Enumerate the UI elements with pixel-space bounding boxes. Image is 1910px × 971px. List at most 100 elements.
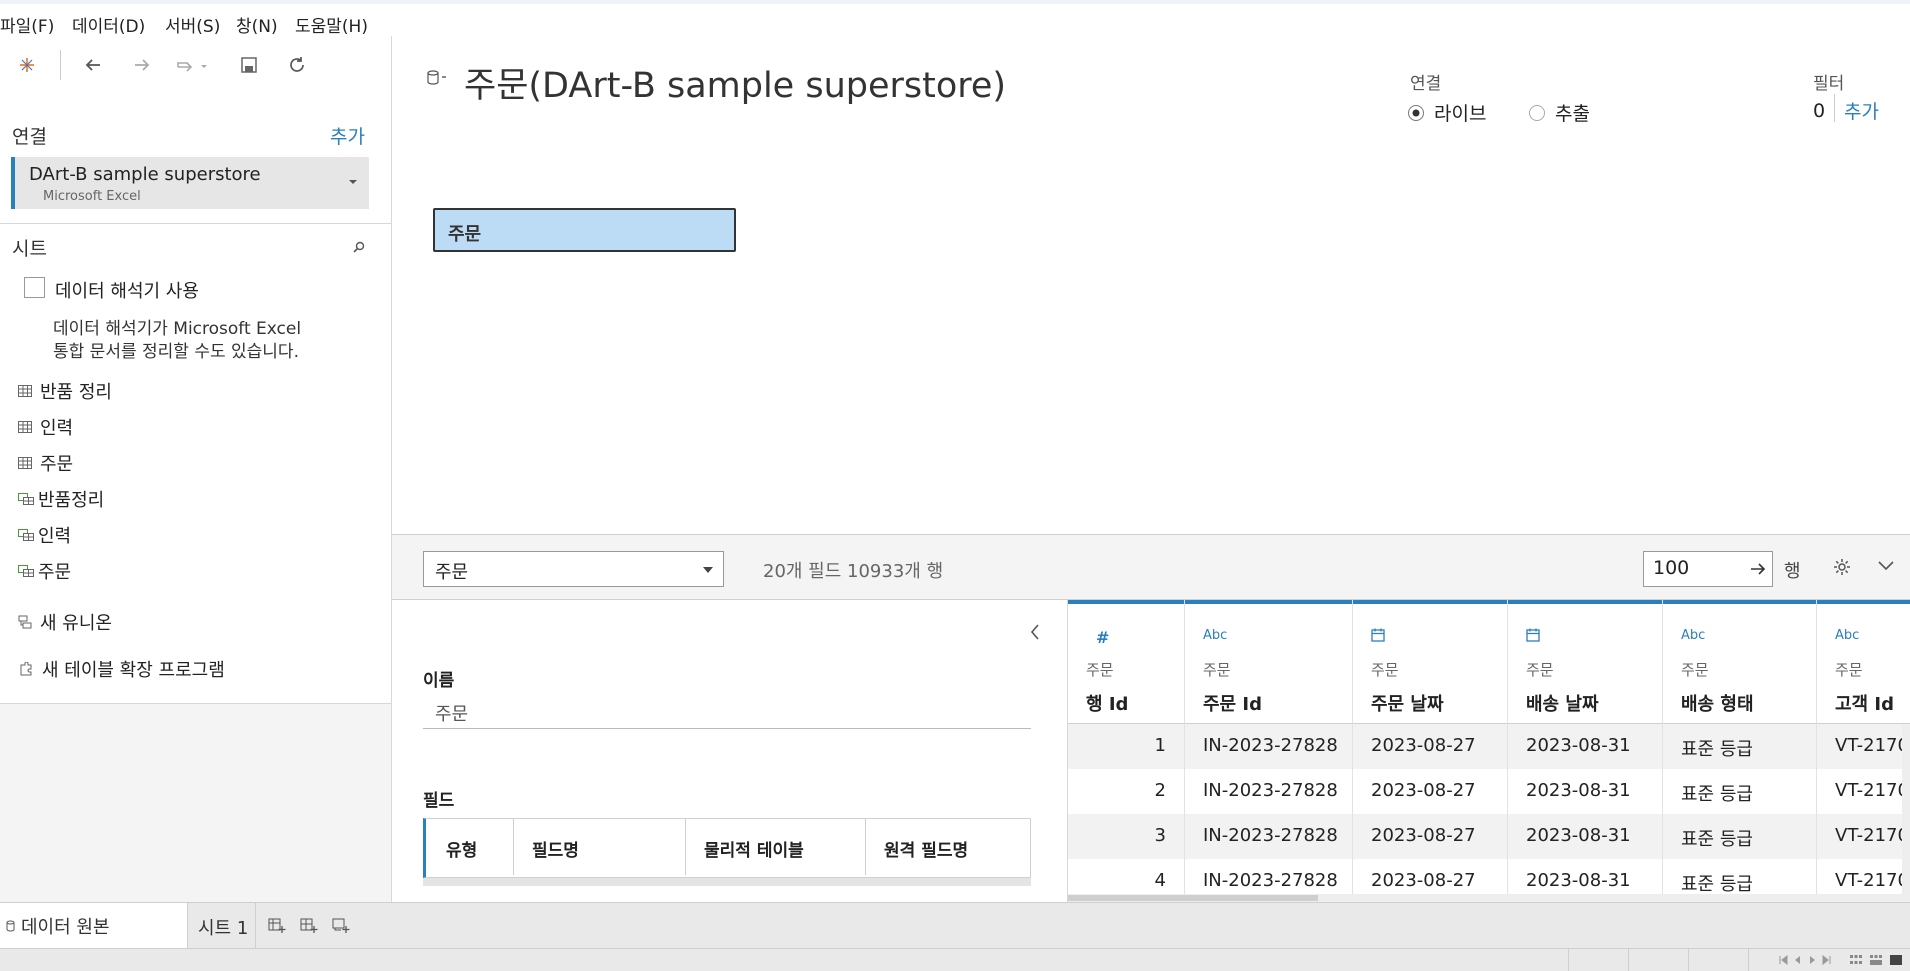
grid-cell[interactable]: 표준 등급 [1663,814,1817,859]
tabs-view-icon[interactable] [1890,954,1902,966]
metadata-pane: 이름 주문 필드 유형 필드명 물리적 테이블 원격 필드명 [392,600,1068,902]
forward-icon[interactable] [131,54,153,76]
table-pill-orders[interactable]: 주문 [433,208,736,252]
tab-data-source[interactable]: 데이터 원본 [0,903,188,948]
grid-cell[interactable]: 표준 등급 [1663,769,1817,814]
new-story-icon[interactable] [332,916,350,934]
grid-cell[interactable]: VT-2170 [1817,724,1910,769]
back-icon[interactable] [82,54,104,76]
grid-cell[interactable]: 2023-08-27 [1353,769,1508,814]
named-range-item-orders[interactable]: 주문 [18,558,71,584]
table-select[interactable]: 주문 [423,551,724,587]
grid-cell[interactable]: IN-2023-27828 [1185,769,1353,814]
new-union-item[interactable]: 새 유니온 [18,609,112,635]
table-select-value: 주문 [435,562,469,583]
status-divider [1628,949,1629,971]
grid-horizontal-scrollbar-track[interactable] [1068,894,1910,902]
column-header[interactable]: # 주문 행 Id [1068,600,1184,724]
grid-cell[interactable]: 표준 등급 [1663,724,1817,769]
calendar-icon[interactable] [1526,628,1540,642]
column-header[interactable]: Abc 주문 배송 형태 [1663,600,1816,724]
datasource-title[interactable]: 주문(DArt-B sample superstore) [464,57,1006,108]
column-header[interactable]: Abc 주문 주문 Id [1185,600,1352,724]
grid-cell[interactable]: 2023-08-27 [1353,724,1508,769]
connection-item[interactable]: DArt-B sample superstore Microsoft Excel [11,157,369,209]
string-type-icon[interactable]: Abc [1203,628,1227,643]
interpreter-label[interactable]: 데이터 해석기 사용 [55,277,199,303]
grid-cell[interactable]: VT-2170 [1817,814,1910,859]
name-label: 이름 [423,671,455,691]
settings-gear-icon[interactable] [1832,557,1852,577]
column-source: 주문 [1371,661,1399,679]
grid-vertical-scrollbar[interactable] [1902,724,1910,894]
sheet-item-people[interactable]: 인력 [18,414,73,440]
new-table-extension-item[interactable]: 새 테이블 확장 프로그램 [18,656,225,682]
menu-server[interactable]: 서버(S) [165,12,220,37]
new-dashboard-icon[interactable] [300,916,318,934]
fields-scrollbar[interactable] [423,878,1031,886]
sheet-item-orders[interactable]: 주문 [18,450,73,476]
sheet-search-icon[interactable] [352,240,366,254]
interpreter-checkbox[interactable] [24,277,45,298]
add-filter-link[interactable]: 추가 [1844,97,1879,124]
new-worksheet-icon[interactable] [268,916,286,934]
filmstrip-view-icon[interactable] [1870,954,1882,966]
named-range-item-returns[interactable]: 반품정리 [18,486,104,512]
extract-radio[interactable]: 추출 [1528,99,1590,126]
column-header[interactable]: 주문 배송 날짜 [1508,600,1662,724]
grid-cell[interactable]: 1 [1068,724,1185,769]
sheet-navigation-icons[interactable] [1778,955,1834,965]
grid-cell[interactable]: 2023-08-31 [1508,724,1663,769]
string-type-icon[interactable]: Abc [1835,628,1859,643]
redo-dropdown-icon[interactable] [176,54,210,76]
tab-sheet1[interactable]: 시트 1 [188,903,256,948]
calendar-icon[interactable] [1371,628,1385,642]
connection-name: DArt-B sample superstore [29,164,261,185]
sheet-item-returns[interactable]: 반품 정리 [18,378,112,404]
grid-cell[interactable]: IN-2023-27828 [1185,814,1353,859]
string-type-icon[interactable]: Abc [1681,628,1705,643]
column-name: 배송 형태 [1681,694,1754,715]
column-source: 주문 [1681,661,1709,679]
name-value[interactable]: 주문 [435,700,468,726]
table-row[interactable]: 3 IN-2023-27828 2023-08-27 2023-08-31 표준 등급 V… [1068,814,1910,859]
grid-cell[interactable]: 2023-08-27 [1353,814,1508,859]
union-icon [18,615,32,629]
grid-cell[interactable]: 3 [1068,814,1185,859]
grid-cell[interactable]: VT-2170 [1817,769,1910,814]
sheet-sorter-view-icon[interactable] [1850,954,1862,966]
grid-cell[interactable]: 2023-08-31 [1508,814,1663,859]
named-range-item-people[interactable]: 인력 [18,522,71,548]
column-header[interactable]: 주문 주문 날짜 [1353,600,1507,724]
fields-col-type[interactable]: 유형 [426,819,514,875]
fields-col-physical-table[interactable]: 물리적 테이블 [686,819,866,875]
grid-cell[interactable]: 2 [1068,769,1185,814]
grid-cell[interactable]: 2023-08-31 [1508,769,1663,814]
live-radio[interactable]: 라이브 [1407,99,1486,126]
grid-cell[interactable]: IN-2023-27828 [1185,724,1353,769]
table-row[interactable]: 1 IN-2023-27828 2023-08-27 2023-08-31 표준 등급 V… [1068,724,1910,769]
refresh-icon[interactable] [286,54,308,76]
fields-label: 필드 [423,791,455,811]
table-row[interactable]: 2 IN-2023-27828 2023-08-27 2023-08-31 표준 등급 V… [1068,769,1910,814]
connection-dropdown-icon[interactable] [348,179,358,185]
save-icon[interactable] [238,54,260,76]
fields-col-name[interactable]: 필드명 [514,819,686,875]
tableau-logo-icon[interactable] [16,54,38,76]
menu-data[interactable]: 데이터(D) [72,12,145,37]
collapse-chevron-icon[interactable] [1878,561,1894,571]
add-connection-link[interactable]: 추가 [330,122,365,149]
menu-help[interactable]: 도움말(H) [295,12,368,37]
column-header[interactable]: Abc 주문 고객 Id [1817,600,1910,724]
column-name: 배송 날짜 [1526,694,1599,715]
menu-file[interactable]: 파일(F) [0,12,54,37]
column-source: 주문 [1835,661,1863,679]
grid-horizontal-scrollbar-thumb[interactable] [1068,895,1318,901]
menu-window[interactable]: 창(N) [236,12,278,37]
datasource-icon[interactable] [426,70,448,86]
rows-input[interactable]: 100 [1643,551,1773,587]
fields-col-remote-name[interactable]: 원격 필드명 [866,819,1030,875]
number-type-icon[interactable]: # [1096,628,1109,647]
extract-label: 추출 [1555,103,1590,125]
collapse-left-icon[interactable] [1030,624,1040,640]
